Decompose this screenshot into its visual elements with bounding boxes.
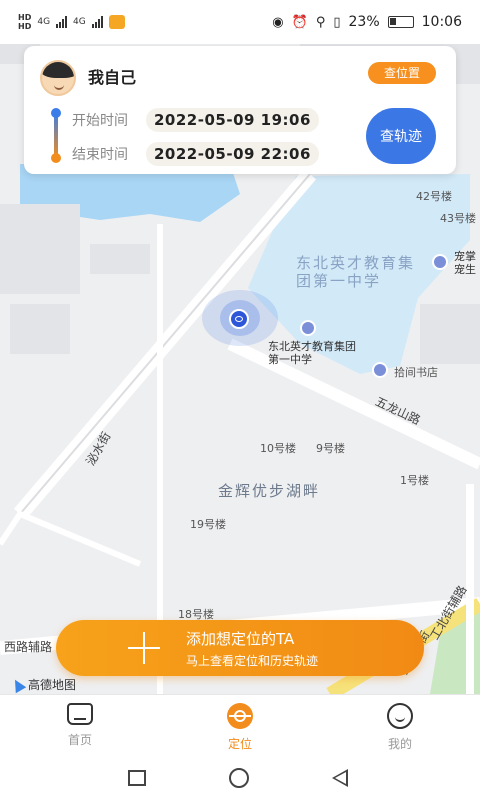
tracking-card: 我自己 查位置 开始时间 2022-05-09 19:06 结束时间 2022-… bbox=[24, 46, 456, 174]
end-time-field[interactable]: 2022-05-09 22:06 bbox=[146, 142, 319, 166]
map-label-building-43: 43号楼 bbox=[440, 212, 476, 225]
add-person-banner[interactable]: 添加想定位的TA 马上查看定位和历史轨迹 bbox=[56, 620, 424, 676]
map-label-building-19: 19号楼 bbox=[190, 518, 226, 531]
eye-icon: ◉ bbox=[272, 14, 284, 30]
status-left: HD HD 4G 4G bbox=[18, 13, 125, 31]
tab-mine[interactable]: 我的 bbox=[360, 703, 440, 752]
time-range-line bbox=[54, 112, 58, 158]
clock: 10:06 bbox=[421, 14, 462, 30]
school-poi-icon[interactable] bbox=[300, 320, 316, 336]
tab-location-label: 定位 bbox=[227, 737, 252, 751]
add-banner-subtitle: 马上查看定位和历史轨迹 bbox=[186, 654, 319, 668]
add-banner-title: 添加想定位的TA bbox=[186, 630, 295, 648]
amap-logo-icon bbox=[9, 676, 27, 693]
map-label-building-10: 10号楼 bbox=[260, 442, 296, 455]
end-time-label: 结束时间 bbox=[72, 147, 128, 163]
plus-icon bbox=[128, 632, 160, 664]
tab-home[interactable]: 首页 bbox=[40, 703, 120, 748]
smile-icon bbox=[387, 703, 413, 729]
map-label-pet[interactable]: 宠掌宠生 bbox=[454, 250, 480, 276]
amap-logo: 高德地图 bbox=[9, 676, 77, 693]
alarm-icon: ⏰ bbox=[291, 14, 308, 30]
map-label-school-area: 东北英才教育集团第一中学 bbox=[296, 254, 416, 290]
hd-indicator: HD HD bbox=[18, 13, 32, 31]
status-bar: HD HD 4G 4G ◉ ⏰ ⚲ ▯ 23% 10:06 bbox=[0, 0, 480, 44]
bottom-tab-bar: 首页 定位 我的 bbox=[0, 694, 480, 756]
location-icon bbox=[227, 703, 253, 729]
map-label-building-42: 42号楼 bbox=[416, 190, 452, 203]
home-icon bbox=[67, 703, 93, 725]
vibrate-icon: ▯ bbox=[333, 14, 341, 30]
location-status-icon: ⚲ bbox=[315, 14, 326, 30]
map-label-building-9: 9号楼 bbox=[316, 442, 345, 455]
current-location-icon[interactable] bbox=[229, 309, 249, 329]
status-right: ◉ ⏰ ⚲ ▯ 23% 10:06 bbox=[272, 14, 462, 30]
user-name: 我自己 bbox=[88, 68, 137, 87]
view-track-button[interactable]: 查轨迹 bbox=[366, 108, 436, 164]
start-time-field[interactable]: 2022-05-09 19:06 bbox=[146, 108, 319, 132]
battery-percent: 23% bbox=[348, 14, 380, 30]
battery-icon bbox=[387, 16, 414, 28]
map-label-building-1: 1号楼 bbox=[400, 474, 429, 487]
bookstore-poi-icon[interactable] bbox=[372, 362, 388, 378]
check-position-button[interactable]: 查位置 bbox=[368, 62, 436, 84]
app-notification-icon bbox=[108, 15, 125, 29]
tab-home-label: 首页 bbox=[67, 733, 92, 747]
tab-location[interactable]: 定位 bbox=[200, 703, 280, 752]
signal-icon bbox=[56, 16, 68, 28]
amap-logo-text: 高德地图 bbox=[28, 678, 77, 692]
avatar[interactable] bbox=[40, 60, 76, 96]
network-type-1: 4G bbox=[37, 17, 51, 27]
end-dot-icon bbox=[51, 153, 61, 163]
home-nav-icon[interactable] bbox=[229, 768, 249, 788]
tab-mine-label: 我的 bbox=[387, 737, 412, 751]
pet-poi-icon[interactable] bbox=[432, 254, 448, 270]
map-label-compound: 金辉优步湖畔 bbox=[218, 482, 321, 500]
map-label-west-road: 西路辅路 bbox=[4, 640, 53, 654]
network-type-2: 4G bbox=[73, 17, 86, 27]
map-label-bookstore[interactable]: 拾间书店 bbox=[394, 364, 438, 380]
start-dot-icon bbox=[51, 108, 61, 118]
back-icon[interactable] bbox=[332, 769, 348, 787]
start-time-label: 开始时间 bbox=[72, 113, 128, 129]
signal-icon-2 bbox=[91, 16, 103, 28]
map-label-school-poi[interactable]: 东北英才教育集团第一中学 bbox=[268, 340, 358, 366]
recents-icon[interactable] bbox=[128, 770, 146, 786]
system-nav-bar bbox=[0, 756, 480, 800]
